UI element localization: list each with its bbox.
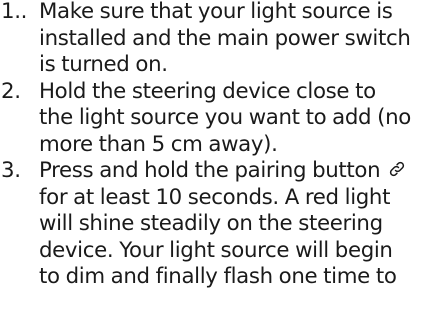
step-text-line: is turned on. <box>39 52 168 77</box>
step-text-line: for at least 10 seconds. A red light <box>39 184 391 210</box>
step-text-line: Press and hold the pairing button <box>39 158 448 185</box>
step-text-line: Hold the steering device close to <box>39 78 376 104</box>
step-text-line: to dim and finally flash one time to <box>39 264 397 289</box>
step-number: 2. <box>1 78 21 104</box>
step-text-line: installed and the main power switch <box>39 25 411 51</box>
step-text-line: will shine steadily on the steering <box>39 211 383 236</box>
step-item-1: 1.. Make sure that your light source is … <box>0 0 448 79</box>
step-text-line: device. Your light source will begin <box>39 237 393 263</box>
step-number: 3. <box>1 158 21 183</box>
steps-list: 1.. Make sure that your light source is … <box>0 0 448 291</box>
step-item-2: 2. Hold the steering device close to the… <box>0 79 448 159</box>
step-text-line: Make sure that your light source is <box>39 0 393 24</box>
step-item-3: 3. Press and hold the pairing button for… <box>0 158 448 291</box>
step-text-line: more than 5 cm away). <box>39 131 278 157</box>
link-icon <box>387 159 407 179</box>
step-number: 1.. <box>1 0 28 24</box>
instructions-document: 1.. Make sure that your light source is … <box>0 0 448 291</box>
step-text-line: the light source you want to add (no <box>39 105 411 130</box>
step-text: Press and hold the pairing button <box>39 158 381 183</box>
